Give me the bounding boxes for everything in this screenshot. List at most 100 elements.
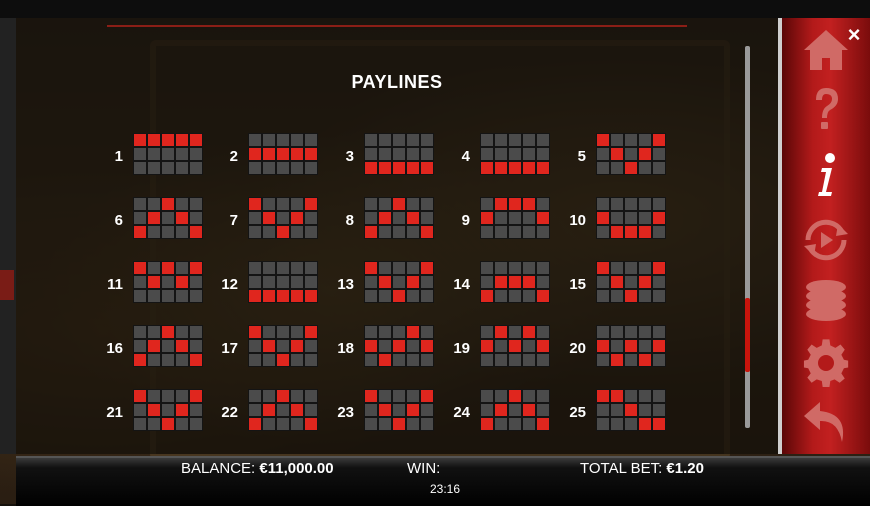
win-label: WIN: <box>407 460 441 477</box>
payline-number: 21 <box>106 404 123 421</box>
payline-cell <box>263 198 275 210</box>
help-icon[interactable] <box>798 84 854 136</box>
settings-icon[interactable] <box>798 336 854 388</box>
payline-cell <box>611 290 623 302</box>
payline-cell <box>291 418 303 430</box>
payline-cell <box>393 162 405 174</box>
payline-cell <box>379 404 391 416</box>
win-display: WIN: <box>407 460 440 477</box>
payline-cell <box>597 390 609 402</box>
payline-cell <box>639 198 651 210</box>
payline-cell <box>611 262 623 274</box>
close-button[interactable]: × <box>843 24 865 46</box>
payline-cell <box>162 354 174 366</box>
payline-cell <box>421 226 433 238</box>
payline-cell <box>249 226 261 238</box>
payline-cell <box>481 262 493 274</box>
payline-cell <box>495 198 507 210</box>
payline-cell <box>407 212 419 224</box>
payline-cell <box>305 226 317 238</box>
payline-number: 12 <box>221 276 238 293</box>
payline-cell <box>639 340 651 352</box>
payline-cell <box>653 326 665 338</box>
payline-cell <box>481 418 493 430</box>
payline-cell <box>148 326 160 338</box>
payline-number: 16 <box>106 340 123 357</box>
clock: 23:16 <box>429 482 461 496</box>
payline-cell <box>263 404 275 416</box>
payline-cell <box>393 354 405 366</box>
payline-cell <box>379 290 391 302</box>
payline-cell <box>263 290 275 302</box>
payline-cell <box>481 276 493 288</box>
payline-cell <box>495 276 507 288</box>
payline-cell <box>190 340 202 352</box>
payline-cell <box>134 326 146 338</box>
payline-cell <box>639 162 651 174</box>
payline-cell <box>523 162 535 174</box>
payline-cell <box>625 134 637 146</box>
payline-number: 5 <box>577 148 586 165</box>
payline-cell <box>597 212 609 224</box>
payline-cell <box>611 326 623 338</box>
payline-cell <box>134 404 146 416</box>
payline-cell <box>162 162 174 174</box>
payline-cell <box>653 198 665 210</box>
payline-cell <box>379 340 391 352</box>
payline-cell <box>305 212 317 224</box>
payline-cell <box>421 390 433 402</box>
payline-cell <box>537 326 549 338</box>
scrollbar-thumb[interactable] <box>745 298 750 372</box>
payline-cell <box>277 134 289 146</box>
payline-cell <box>597 276 609 288</box>
payline-cell <box>653 290 665 302</box>
payline-cell <box>393 390 405 402</box>
payline-cell <box>481 326 493 338</box>
payline-cell <box>176 262 188 274</box>
payline-cell <box>653 162 665 174</box>
payline-grid <box>133 389 203 431</box>
payline-cell <box>407 226 419 238</box>
payline-cell <box>597 198 609 210</box>
payline-cell <box>393 340 405 352</box>
bet-coins-icon[interactable] <box>798 274 854 326</box>
payline-cell <box>365 340 377 352</box>
payline-cell <box>291 290 303 302</box>
payline-cell <box>263 262 275 274</box>
info-icon[interactable] <box>798 150 854 202</box>
payline-cell <box>639 404 651 416</box>
payline-cell <box>523 198 535 210</box>
payline-cell <box>162 212 174 224</box>
autoplay-icon[interactable] <box>798 214 854 266</box>
payline-cell <box>523 418 535 430</box>
payline-cell <box>509 162 521 174</box>
payline-cell <box>249 262 261 274</box>
payline-cell <box>277 276 289 288</box>
payline-cell <box>291 198 303 210</box>
payline-cell <box>249 404 261 416</box>
payline-cell <box>523 226 535 238</box>
payline-cell <box>277 418 289 430</box>
payline-cell <box>379 148 391 160</box>
payline-number: 1 <box>114 148 123 165</box>
payline-cell <box>190 212 202 224</box>
payline-cell <box>611 212 623 224</box>
payline-cell <box>176 162 188 174</box>
payline-cell <box>639 290 651 302</box>
payline-cell <box>639 390 651 402</box>
payline-cell <box>148 340 160 352</box>
payline-cell <box>190 148 202 160</box>
payline-cell <box>176 354 188 366</box>
payline-cell <box>365 148 377 160</box>
back-icon[interactable] <box>798 398 854 450</box>
payline-cell <box>176 276 188 288</box>
payline-cell <box>277 404 289 416</box>
payline-cell <box>653 148 665 160</box>
payline-cell <box>653 354 665 366</box>
payline-cell <box>176 404 188 416</box>
payline-cell <box>509 226 521 238</box>
payline-cell <box>291 212 303 224</box>
payline-cell <box>379 390 391 402</box>
payline-cell <box>597 162 609 174</box>
payline-cell <box>291 340 303 352</box>
